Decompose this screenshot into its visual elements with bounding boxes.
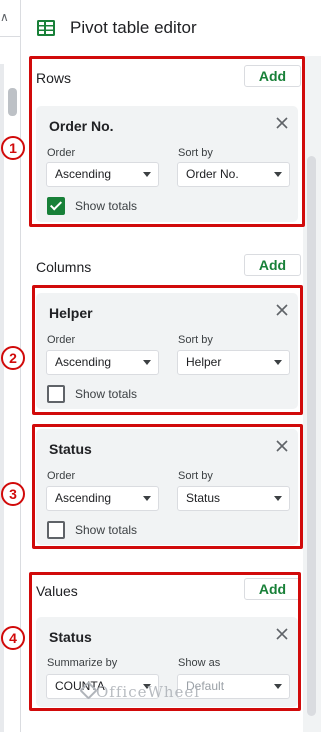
annotation-marker-2: 2 [1, 346, 25, 370]
annotation-box-2 [32, 285, 303, 415]
columns-add-button[interactable]: Add [244, 254, 301, 276]
editor-header: Pivot table editor [21, 0, 321, 56]
sheet-scrollbar[interactable] [8, 88, 17, 116]
annotation-marker-1: 1 [1, 136, 25, 160]
annotation-box-3 [32, 424, 303, 549]
watermark: OfficeWheel [96, 683, 201, 701]
annotation-marker-3: 3 [1, 482, 25, 506]
pivot-table-icon [37, 20, 55, 36]
chevron-up-icon[interactable]: ∧ [0, 10, 9, 24]
scrollbar-thumb[interactable] [307, 156, 316, 716]
annotation-marker-4: 4 [1, 626, 25, 650]
columns-section-label: Columns [36, 259, 92, 275]
editor-title: Pivot table editor [70, 18, 197, 37]
divider [0, 36, 20, 37]
editor-scrollbar[interactable] [303, 56, 321, 732]
annotation-box-1 [29, 56, 305, 227]
